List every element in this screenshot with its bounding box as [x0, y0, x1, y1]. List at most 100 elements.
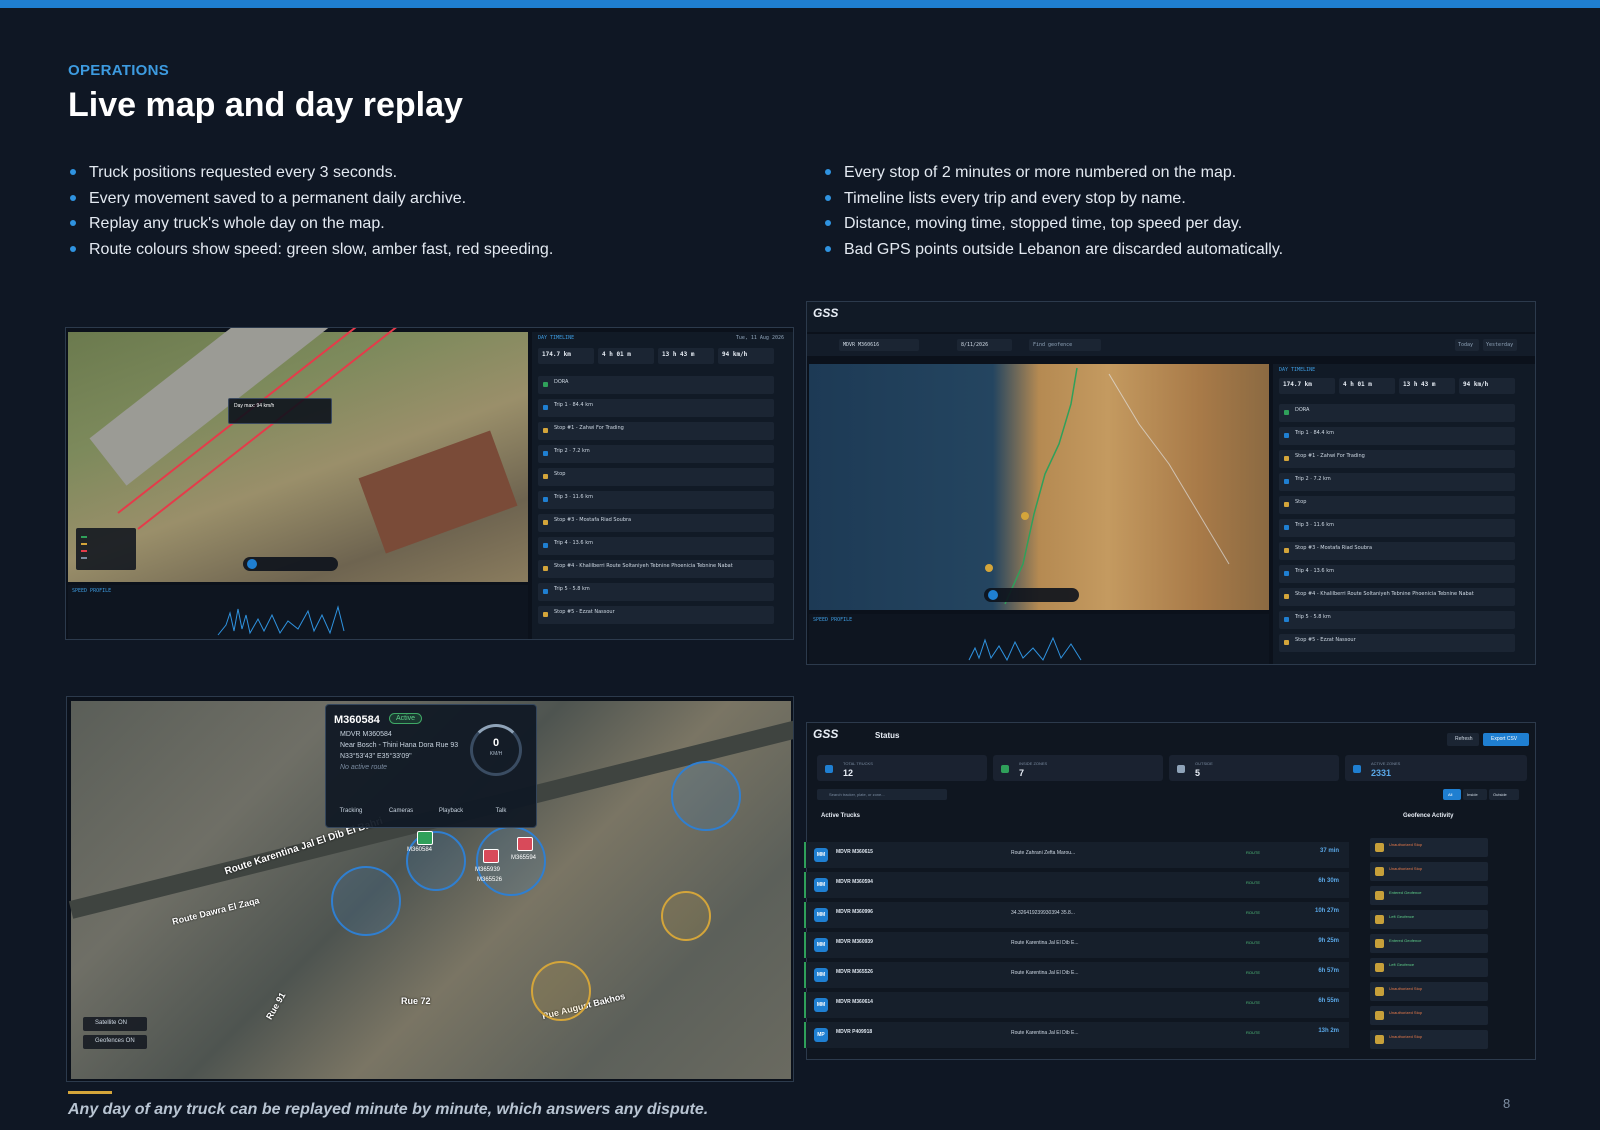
timeline-row[interactable]: Trip 3 · 11.6 km — [1279, 519, 1515, 537]
stat-distance: 174.7 km — [538, 348, 594, 364]
timeline-row[interactable]: Stop #3 - Mostafa Riad Soubra — [538, 514, 774, 532]
timeline-row[interactable]: Trip 4 · 13.6 km — [1279, 565, 1515, 583]
gss-logo: GSS — [813, 306, 839, 320]
filter-outside[interactable]: Outside — [1489, 789, 1519, 800]
timeline-row[interactable]: Stop #5 - Ezzat Nassour — [538, 606, 774, 624]
timeline-row[interactable]: Trip 4 · 13.6 km — [538, 537, 774, 555]
street-label: Rue 91 — [264, 990, 288, 1022]
popup-truck-id: M360584 — [334, 714, 380, 726]
table-row[interactable]: MM MDVR M360939 Route Karentina Jal El Dib… — [804, 932, 1349, 958]
play-icon[interactable] — [247, 559, 257, 569]
popup-coordinates: N33°53'43" E35°33'09" — [340, 753, 412, 760]
timeline-row[interactable]: Trip 1 · 84.4 km — [538, 399, 774, 417]
filter-inside[interactable]: Inside — [1463, 789, 1487, 800]
truck-label: M360584 — [407, 847, 433, 853]
timeline-row[interactable]: Trip 2 · 7.2 km — [538, 445, 774, 463]
yesterday-button[interactable]: Yesterday — [1483, 339, 1517, 351]
timeline-row[interactable]: Stop — [538, 468, 774, 486]
filter-all[interactable]: All — [1443, 789, 1461, 800]
tracking-button[interactable]: Tracking — [331, 808, 371, 814]
app-header: GSS — [807, 302, 1535, 332]
feature-list-right: Every stop of 2 minutes or more numbered… — [824, 160, 1283, 262]
geofence-event[interactable]: Unauthorized Stop — [1370, 1030, 1488, 1049]
geofence-search[interactable]: Find geofence — [1029, 339, 1101, 351]
geofence-event[interactable]: Unauthorized Stop — [1370, 862, 1488, 881]
truck-marker[interactable] — [483, 849, 499, 863]
page-number: 8 — [1503, 1096, 1511, 1111]
timeline-row[interactable]: Trip 1 · 84.4 km — [1279, 427, 1515, 445]
geofence-event[interactable]: Unauthorized Stop — [1370, 982, 1488, 1001]
timeline-row[interactable]: Trip 5 · 5.8 km — [538, 583, 774, 601]
truck-marker[interactable] — [517, 837, 533, 851]
day-timeline-panel: DAY TIMELINE 174.7 km 4 h 01 m 13 h 43 m… — [1273, 364, 1535, 664]
stop-marker[interactable] — [1021, 512, 1029, 520]
play-icon[interactable] — [988, 590, 998, 600]
panel-title: DAY TIMELINE — [538, 335, 575, 341]
speed-legend — [76, 528, 136, 570]
timeline-row[interactable]: Stop #5 - Ezzat Nassour — [1279, 634, 1515, 652]
lebanon-map[interactable] — [809, 364, 1269, 610]
timeline-row[interactable]: Stop #4 - Khalilberri Route Soltaniyeh T… — [1279, 588, 1515, 606]
field-patch — [358, 430, 518, 554]
stop-marker[interactable] — [985, 564, 993, 572]
timeline-row[interactable]: DORA — [1279, 404, 1515, 422]
geofence-event[interactable]: Left Geofence — [1370, 958, 1488, 977]
tracker-search-input[interactable]: Search tracker, plate, or zone... — [817, 789, 947, 800]
timeline-row[interactable]: Stop #1 - Zahwi For Trading — [1279, 450, 1515, 468]
refresh-button[interactable]: Refresh — [1447, 733, 1479, 746]
card-total-trucks: TOTAL TRUCKS 12 — [817, 755, 987, 781]
playback-controls[interactable] — [243, 557, 338, 571]
geofence-circle[interactable] — [661, 891, 711, 941]
timeline-row[interactable]: Stop #3 - Mostafa Riad Soubra — [1279, 542, 1515, 560]
geofence-event[interactable]: Entered Geofence — [1370, 934, 1488, 953]
timeline-row[interactable]: Stop — [1279, 496, 1515, 514]
list-item: Distance, moving time, stopped time, top… — [824, 211, 1283, 237]
timeline-row[interactable]: Trip 5 · 5.8 km — [1279, 611, 1515, 629]
popup-device: MDVR M360584 — [340, 731, 392, 738]
playback-button[interactable]: Playback — [431, 808, 471, 814]
table-row[interactable]: MM MDVR M360615 Route Zahrani Zefta Marou.… — [804, 842, 1349, 868]
geofence-circle[interactable] — [331, 866, 401, 936]
list-item: Timeline lists every trip and every stop… — [824, 186, 1283, 212]
talk-button[interactable]: Talk — [481, 808, 521, 814]
table-row[interactable]: MM MDVR M360614 ROUTE 6h 55m — [804, 992, 1349, 1018]
toolbar: MDVR M360616 8/11/2026 Find geofence Tod… — [807, 334, 1535, 356]
table-row[interactable]: MP MDVR P409918 Route Karentina Jal El Dib… — [804, 1022, 1349, 1048]
page-caption: Any day of any truck can be replayed min… — [68, 1101, 709, 1118]
timeline-row[interactable]: Stop #4 - Khalilberri Route Soltaniyeh T… — [538, 560, 774, 578]
layer-toggle-geofences[interactable]: Geofences ON — [83, 1035, 147, 1049]
timeline-row[interactable]: Stop #1 - Zahwi For Trading — [538, 422, 774, 440]
tracker-select[interactable]: MDVR M360616 — [839, 339, 919, 351]
playback-controls[interactable] — [984, 588, 1079, 602]
page-title: Live map and day replay — [68, 86, 463, 124]
speed-profile-chart: SPEED PROFILE — [809, 614, 1269, 664]
cameras-button[interactable]: Cameras — [381, 808, 421, 814]
table-row[interactable]: MM MDVR M360594 ROUTE 6h 30m — [804, 872, 1349, 898]
speed-unit: KM/H — [489, 751, 503, 757]
table-row[interactable]: MM MDVR M365526 Route Karentina Jal El Dib… — [804, 962, 1349, 988]
satellite-map[interactable]: Day max: 94 km/h — [68, 328, 537, 582]
geofence-event[interactable]: Left Geofence — [1370, 910, 1488, 929]
timeline-row[interactable]: Trip 2 · 7.2 km — [1279, 473, 1515, 491]
truck-marker[interactable] — [417, 831, 433, 845]
list-item: Every stop of 2 minutes or more numbered… — [824, 160, 1283, 186]
timeline-row[interactable]: Trip 3 · 11.6 km — [538, 491, 774, 509]
popup-address: Near Bosch - Thini Hana Dora Rue 93 — [340, 742, 459, 749]
geofence-circle[interactable] — [671, 761, 741, 831]
timeline-row[interactable]: DORA — [538, 376, 774, 394]
stat-distance: 174.7 km — [1279, 378, 1335, 394]
today-button[interactable]: Today — [1455, 339, 1479, 351]
layer-toggle-satellite[interactable]: Satellite ON — [83, 1017, 147, 1031]
geofence-event[interactable]: Unauthorized Stop — [1370, 1006, 1488, 1025]
route-trace — [1004, 367, 1078, 605]
table-row[interactable]: MM MDVR M360996 34.326419239930394 35.8...… — [804, 902, 1349, 928]
geofence-event[interactable]: Entered Geofence — [1370, 886, 1488, 905]
export-csv-button[interactable]: Export CSV — [1483, 733, 1529, 746]
geofence-event[interactable]: Unauthorized Stop — [1370, 838, 1488, 857]
stat-top-speed: 94 km/h — [1459, 378, 1515, 394]
date-picker[interactable]: 8/11/2026 — [957, 339, 1012, 351]
active-trucks-title: Active Trucks — [821, 813, 861, 819]
geofence-circle[interactable] — [406, 831, 466, 891]
speed-profile-chart: SPEED PROFILE — [68, 585, 528, 639]
geofence-circle[interactable] — [531, 961, 591, 1021]
